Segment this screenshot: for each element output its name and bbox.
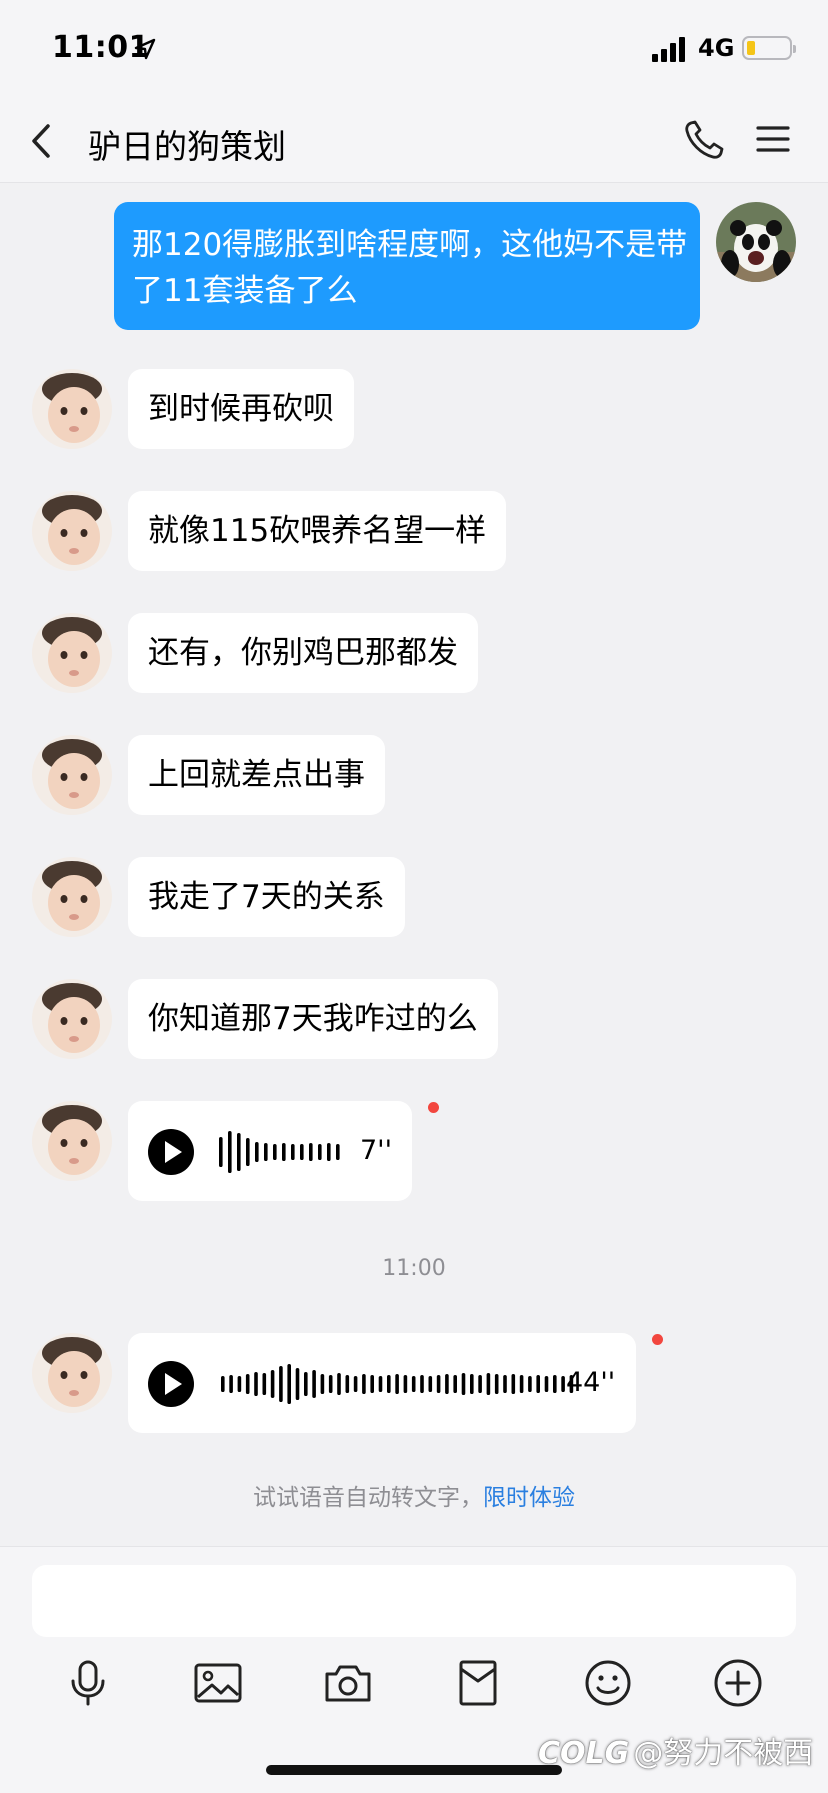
plus-icon[interactable] <box>712 1657 764 1709</box>
signal-icon <box>652 37 685 62</box>
contact-avatar[interactable] <box>32 735 112 815</box>
red-packet-icon[interactable] <box>452 1657 504 1709</box>
incoming-message-bubble[interactable]: 我走了7天的关系 <box>128 857 405 937</box>
incoming-message-bubble[interactable]: 上回就差点出事 <box>128 735 385 815</box>
contact-avatar[interactable] <box>32 613 112 693</box>
camera-icon[interactable] <box>322 1657 374 1709</box>
location-arrow-icon <box>134 38 156 60</box>
message-text: 就像115砍喂养名望一样 <box>148 513 487 549</box>
waveform-icon <box>221 1364 574 1404</box>
watermark-text: @努力不被西 <box>633 1736 814 1771</box>
menu-icon[interactable] <box>756 122 790 156</box>
unread-dot <box>652 1334 663 1345</box>
unread-dot <box>428 1102 439 1113</box>
chat-timestamp: 11:00 <box>382 1256 446 1281</box>
voice-message-bubble[interactable]: 7'' <box>128 1101 412 1201</box>
incoming-message-bubble[interactable]: 到时候再砍呗 <box>128 369 354 449</box>
incoming-message-bubble[interactable]: 还有，你别鸡巴那都发 <box>128 613 478 693</box>
contact-avatar[interactable] <box>32 857 112 937</box>
message-input[interactable] <box>32 1565 796 1637</box>
outgoing-message-bubble[interactable]: 那120得膨胀到啥程度啊，这他妈不是带了11套装备了么 <box>114 202 700 330</box>
contact-avatar[interactable] <box>32 1333 112 1413</box>
network-type: 4G <box>698 34 735 62</box>
contact-avatar[interactable] <box>32 1101 112 1181</box>
back-chevron-icon[interactable] <box>26 120 58 162</box>
message-text: 到时候再砍呗 <box>148 391 334 427</box>
message-text: 还有，你别鸡巴那都发 <box>148 635 458 671</box>
chat-title: 驴日的狗策划 <box>88 127 286 166</box>
message-text: 你知道那7天我咋过的么 <box>148 1001 478 1037</box>
contact-avatar[interactable] <box>32 491 112 571</box>
incoming-message-bubble[interactable]: 就像115砍喂养名望一样 <box>128 491 507 571</box>
microphone-icon[interactable] <box>62 1657 114 1709</box>
waveform-icon <box>219 1131 340 1173</box>
voice-to-text-hint: 试试语音自动转文字，限时体验 <box>0 1478 828 1512</box>
play-icon[interactable] <box>148 1361 194 1407</box>
message-text: 上回就差点出事 <box>148 757 365 793</box>
chat-header: 驴日的狗策划 <box>0 100 828 183</box>
voice-duration: 7'' <box>360 1135 393 1166</box>
contact-avatar[interactable] <box>32 979 112 1059</box>
battery-level <box>747 41 755 55</box>
hint-text: 试试语音自动转文字， <box>253 1485 483 1511</box>
status-bar: 11:01 4G <box>0 0 828 100</box>
incoming-message-bubble[interactable]: 你知道那7天我咋过的么 <box>128 979 498 1059</box>
message-text: 那120得膨胀到啥程度啊，这他妈不是带了11套装备了么 <box>132 227 688 309</box>
image-icon[interactable] <box>192 1657 244 1709</box>
hint-link[interactable]: 限时体验 <box>483 1485 575 1511</box>
voice-duration: 44'' <box>566 1367 616 1398</box>
watermark: COLG @努力不被西 <box>538 1728 813 1772</box>
battery-icon <box>742 36 796 60</box>
voice-message-bubble[interactable]: 44'' <box>128 1333 636 1433</box>
message-text: 我走了7天的关系 <box>148 879 385 915</box>
contact-avatar[interactable] <box>32 369 112 449</box>
play-icon[interactable] <box>148 1129 194 1175</box>
home-indicator[interactable] <box>266 1765 562 1775</box>
my-avatar-panda[interactable] <box>716 202 796 282</box>
phone-icon[interactable] <box>682 118 726 162</box>
emoji-icon[interactable] <box>582 1657 634 1709</box>
